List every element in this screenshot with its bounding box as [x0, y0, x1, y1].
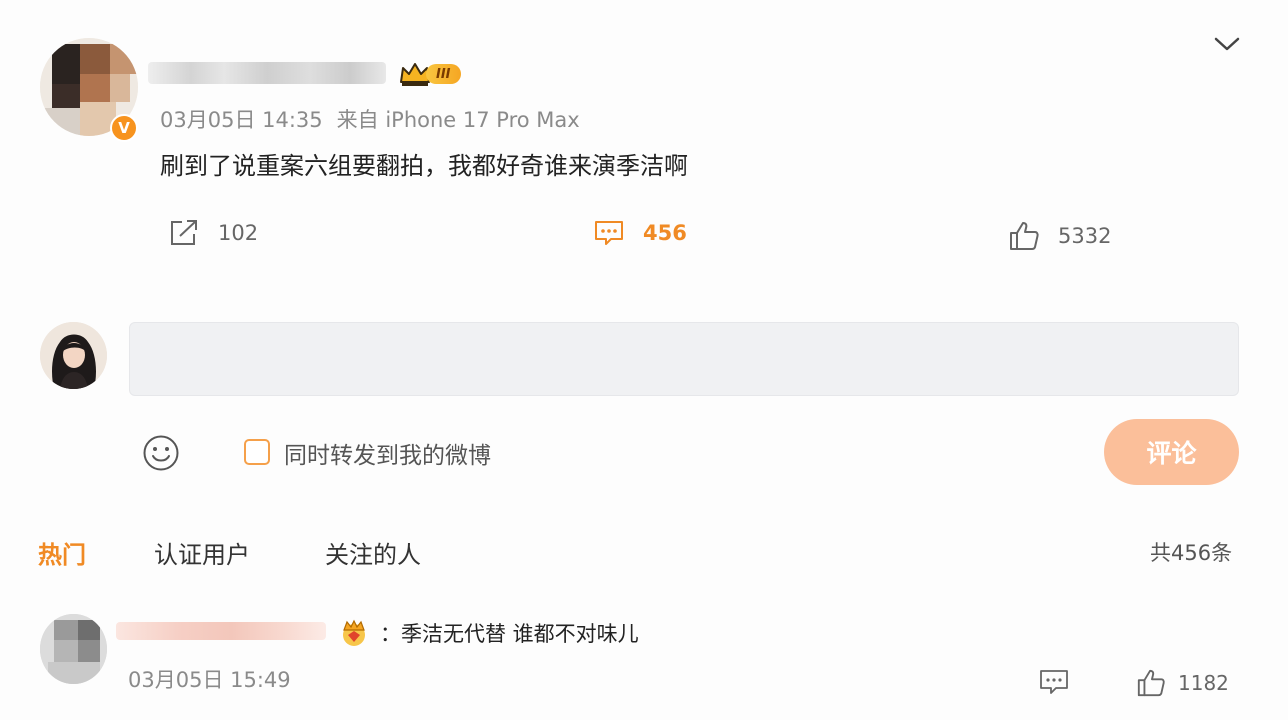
repost-checkbox[interactable] [244, 439, 270, 465]
weibo-post-page: V III 03月05日 14:35 来自 iPhone 17 Pro Max 刷… [0, 0, 1288, 720]
tab-following[interactable]: 关注的人 [325, 535, 421, 570]
post-text: 刷到了说重案六组要翻拍，我都好奇谁来演季洁啊 [160, 152, 688, 180]
comment-input[interactable] [129, 322, 1239, 396]
repost-icon [171, 220, 197, 245]
like-count: 5332 [1058, 224, 1112, 248]
crown-icon [343, 619, 365, 646]
my-avatar[interactable] [40, 322, 107, 389]
comment-count: 456 [643, 221, 687, 245]
verified-badge-icon: V [110, 114, 138, 142]
chevron-down-icon[interactable] [1213, 34, 1241, 54]
emoji-icon[interactable] [142, 434, 180, 472]
tab-hot[interactable]: 热门 [38, 535, 86, 570]
comment-separator: ： [380, 622, 401, 646]
comment-icon [595, 221, 623, 245]
post-source: 来自 iPhone 17 Pro Max [336, 108, 580, 132]
author-name-obscured[interactable] [148, 62, 386, 84]
comment-text: ：季洁无代替 谁都不对味儿 [380, 618, 639, 648]
level-label: III [426, 64, 461, 84]
comment-body: 季洁无代替 谁都不对味儿 [401, 622, 639, 646]
comment-button[interactable]: 456 [593, 218, 687, 248]
submit-comment-button[interactable]: 评论 [1104, 419, 1239, 485]
post-meta: 03月05日 14:35 来自 iPhone 17 Pro Max [160, 104, 580, 134]
like-button[interactable]: 5332 [1008, 220, 1111, 252]
thumbs-up-icon [1010, 222, 1039, 250]
repost-checkbox-label[interactable]: 同时转发到我的微博 [284, 436, 491, 470]
tab-verified-users[interactable]: 认证用户 [154, 535, 250, 570]
thumbs-up-icon [1137, 669, 1165, 697]
user-level-badge: III [398, 60, 461, 88]
commenter-avatar[interactable] [40, 614, 107, 684]
repost-count: 102 [218, 221, 259, 245]
comment-like-button[interactable]: 1182 [1136, 668, 1229, 698]
comment-time: 03月05日 15:49 [128, 668, 291, 692]
total-comment-count: 共456条 [1150, 541, 1233, 565]
commenter-name-obscured[interactable] [116, 622, 326, 640]
comment-reply-icon[interactable] [1038, 668, 1070, 696]
comment-like-count: 1182 [1178, 671, 1229, 695]
post-time[interactable]: 03月05日 14:35 [160, 108, 323, 132]
avatar-illustration [40, 322, 107, 389]
repost-button[interactable]: 102 [168, 218, 258, 248]
